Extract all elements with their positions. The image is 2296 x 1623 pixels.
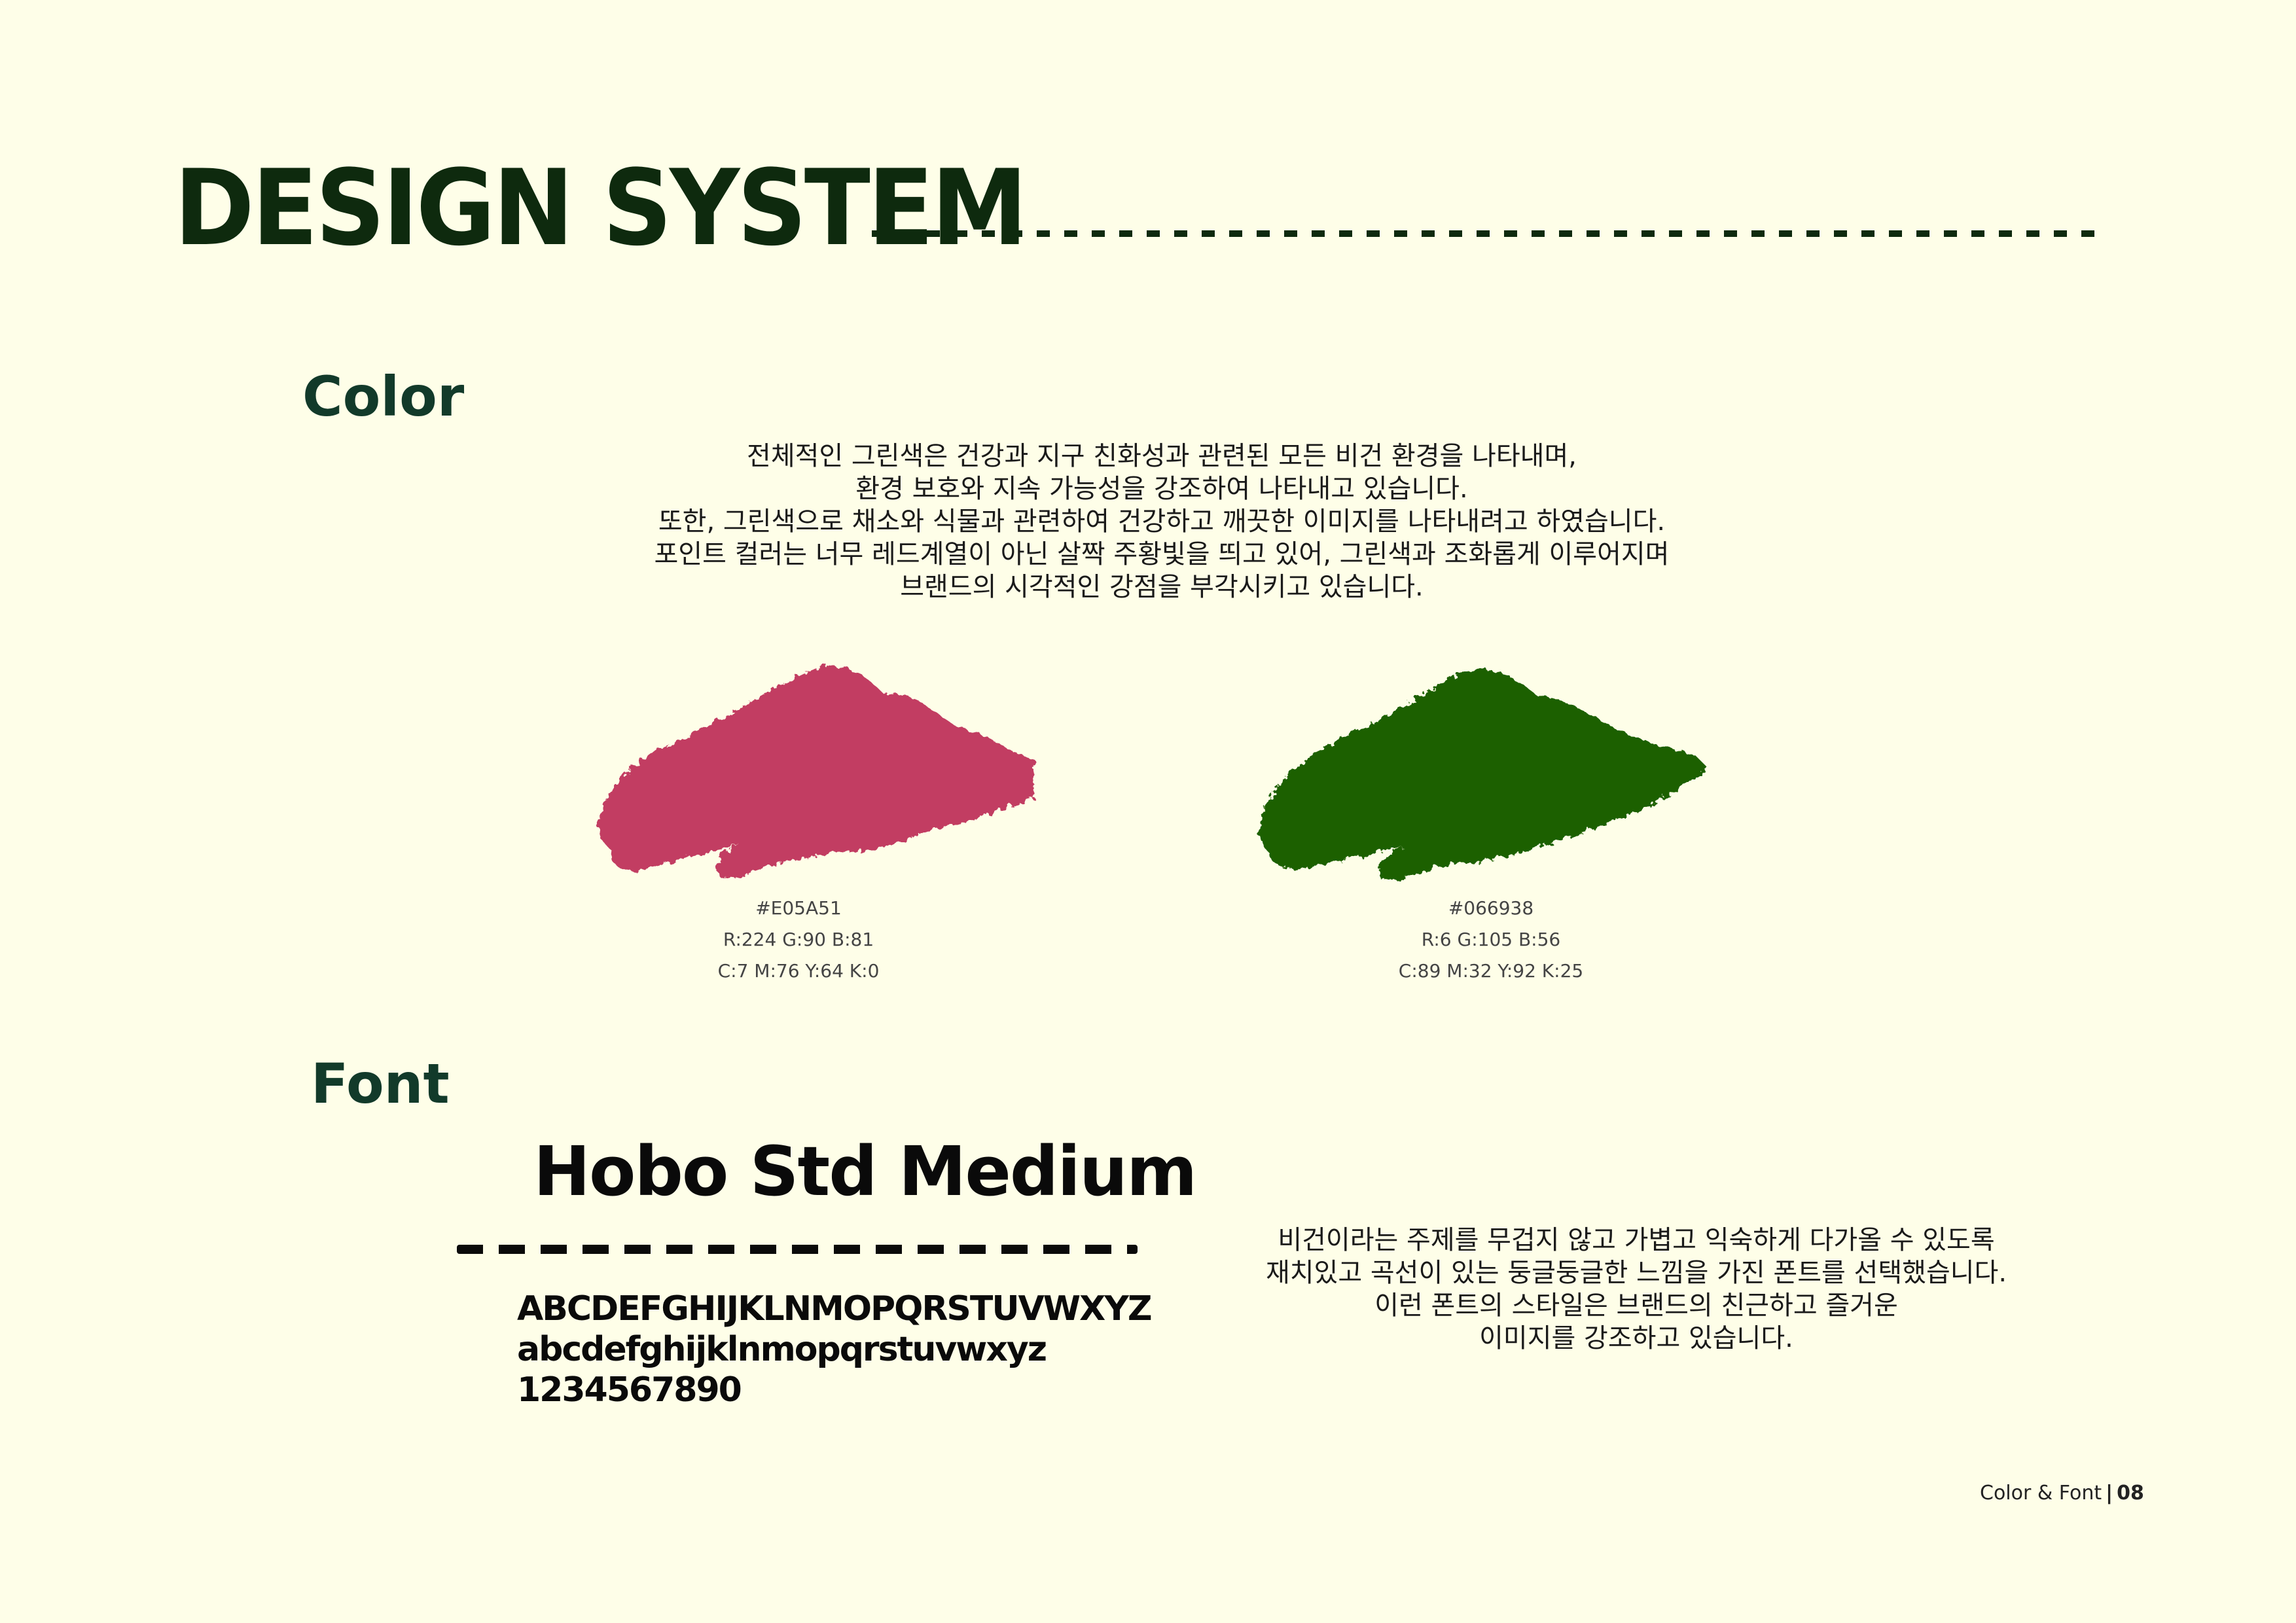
pink-brush-shape	[598, 666, 1034, 878]
color-description: 전체적인 그린색은 건강과 지구 친화성과 관련된 모든 비건 환경을 나타내며…	[576, 440, 1748, 603]
font-section-heading: Font	[311, 1052, 450, 1116]
color-description-line: 환경 보호와 지속 가능성을 강조하여 나타내고 있습니다.	[855, 474, 1468, 504]
color-description-line: 브랜드의 시각적인 강점을 부각시키고 있습니다.	[900, 572, 1424, 602]
font-description-line: 이미지를 강조하고 있습니다.	[1479, 1323, 1793, 1353]
green-brush-shape	[1259, 669, 1708, 880]
green-cmyk: C:89 M:32 Y:92 K:25	[1398, 960, 1584, 982]
font-description-line: 재치있고 곡선이 있는 둥글둥글한 느낌을 가진 폰트를 선택했습니다.	[1265, 1258, 2007, 1288]
page-footer: Color & Font | 08	[1980, 1482, 2144, 1505]
font-name: Hobo Std Medium	[533, 1132, 1197, 1211]
color-description-line: 또한, 그린색으로 채소와 식물과 관련하여 건강하고 깨끗한 이미지를 나타내…	[658, 507, 1666, 537]
green-swatch-values: #066938 R:6 G:105 B:56 C:89 M:32 Y:92 K:…	[1327, 893, 1655, 987]
glyph-digits: 1234567890	[517, 1370, 742, 1410]
font-dashed-divider	[457, 1245, 1138, 1254]
green-hex: #066938	[1448, 897, 1534, 919]
font-description: 비건이라는 주제를 무겁지 않고 가볍고 익숙하게 다가올 수 있도록 재치있고…	[1191, 1224, 2081, 1355]
color-description-line: 전체적인 그린색은 건강과 지구 친화성과 관련된 모든 비건 환경을 나타내며…	[747, 441, 1577, 471]
font-description-line: 이런 폰트의 스타일은 브랜드의 친근하고 즐거운	[1374, 1291, 1898, 1321]
footer-label: Color & Font	[1980, 1482, 2102, 1505]
pink-cmyk: C:7 M:76 Y:64 K:0	[717, 960, 880, 982]
pink-hex: #E05A51	[755, 897, 842, 919]
glyph-lowercase: abcdefghijklnmopqrstuvwxyz	[517, 1330, 1047, 1369]
color-section-heading: Color	[302, 365, 465, 429]
page-number: 08	[2117, 1482, 2144, 1505]
glyph-uppercase: ABCDEFGHIJKLNMOPQRSTUVWXYZ	[517, 1289, 1153, 1329]
pink-brush-swatch	[598, 666, 1034, 878]
footer-separator: |	[2106, 1482, 2113, 1505]
page-title: DESIGN SYSTEM	[174, 147, 1028, 269]
pink-rgb: R:224 G:90 B:81	[723, 929, 874, 950]
green-brush-swatch	[1259, 669, 1708, 880]
font-description-line: 비건이라는 주제를 무겁지 않고 가볍고 익숙하게 다가올 수 있도록	[1278, 1225, 1995, 1255]
color-description-line: 포인트 컬러는 너무 레드계열이 아닌 살짝 주황빛을 띄고 있어, 그린색과 …	[654, 539, 1670, 569]
pink-swatch-values: #E05A51 R:224 G:90 B:81 C:7 M:76 Y:64 K:…	[635, 893, 962, 987]
title-dashed-divider	[872, 230, 2105, 237]
green-rgb: R:6 G:105 B:56	[1421, 929, 1561, 950]
